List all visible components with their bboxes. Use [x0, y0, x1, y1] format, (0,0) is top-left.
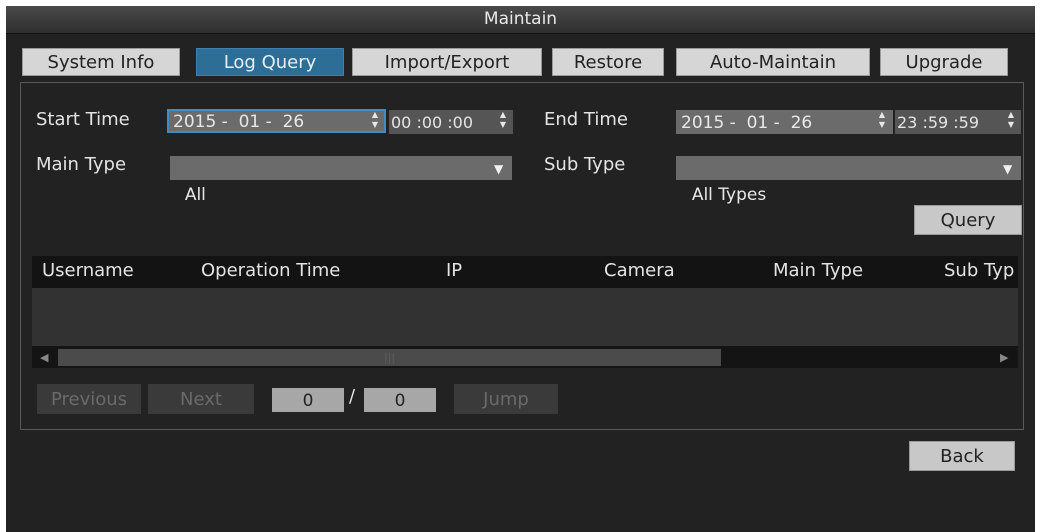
column-header-sub-type[interactable]: Sub Typ: [944, 260, 1018, 281]
column-header-main-type[interactable]: Main Type: [773, 260, 863, 281]
main-type-select[interactable]: All: [170, 156, 512, 205]
spin-down-icon: ▼: [371, 120, 379, 129]
tab-log-query[interactable]: Log Query: [196, 48, 344, 76]
tab-system-info[interactable]: System Info: [22, 48, 180, 76]
column-header-camera[interactable]: Camera: [604, 260, 675, 281]
total-pages-field: 0: [364, 388, 436, 412]
scroll-left-icon[interactable]: ◀: [40, 351, 48, 364]
scroll-right-icon[interactable]: ▶: [1000, 351, 1008, 364]
start-time-label: Start Time: [36, 109, 130, 130]
start-clock-field[interactable]: 00 :00 :00: [389, 110, 513, 134]
log-table-body: [32, 288, 1018, 346]
tab-import-export[interactable]: Import/Export: [352, 48, 542, 76]
spin-up-icon: ▲: [878, 110, 886, 119]
start-date-spinner[interactable]: ▲ ▼: [368, 110, 382, 132]
tab-auto-maintain[interactable]: Auto-Maintain: [676, 48, 870, 76]
jump-button[interactable]: Jump: [454, 384, 558, 414]
log-table-header: Username Operation Time IP Camera Main T…: [32, 256, 1018, 288]
current-page-input[interactable]: 0: [272, 388, 344, 412]
query-button[interactable]: Query: [914, 205, 1022, 235]
spin-up-icon: ▲: [499, 110, 507, 119]
start-date-field[interactable]: 2015 - 01 - 26: [167, 109, 386, 133]
scrollbar-thumb[interactable]: |||: [58, 349, 721, 366]
chevron-down-icon[interactable]: ▼: [1003, 163, 1015, 175]
grip-icon: |||: [384, 351, 396, 364]
back-button[interactable]: Back: [909, 441, 1015, 471]
spin-up-icon: ▲: [1007, 110, 1015, 119]
sub-type-select[interactable]: All Types: [676, 156, 1021, 205]
spin-down-icon: ▼: [878, 120, 886, 129]
previous-button[interactable]: Previous: [37, 384, 141, 414]
end-date-spinner[interactable]: ▲ ▼: [875, 110, 889, 132]
end-clock-field[interactable]: 23 :59 :59: [895, 110, 1021, 134]
column-header-username[interactable]: Username: [42, 260, 134, 281]
start-clock-spinner[interactable]: ▲ ▼: [496, 110, 510, 132]
end-time-label: End Time: [544, 109, 628, 130]
column-header-operation-time[interactable]: Operation Time: [201, 260, 340, 281]
next-button[interactable]: Next: [148, 384, 254, 414]
spin-down-icon: ▼: [499, 120, 507, 129]
spin-down-icon: ▼: [1007, 120, 1015, 129]
sub-type-label: Sub Type: [544, 154, 626, 175]
page-separator: /: [349, 386, 356, 407]
end-clock-spinner[interactable]: ▲ ▼: [1004, 110, 1018, 132]
column-header-ip[interactable]: IP: [446, 260, 462, 281]
tab-upgrade[interactable]: Upgrade: [880, 48, 1008, 76]
horizontal-scrollbar[interactable]: ◀ ||| ▶: [32, 346, 1018, 368]
spin-up-icon: ▲: [371, 110, 379, 119]
title-bar: Maintain: [6, 6, 1035, 34]
sub-type-value: All Types: [691, 185, 767, 205]
chevron-down-icon[interactable]: ▼: [494, 163, 506, 175]
main-type-value: All: [184, 185, 206, 205]
end-date-field[interactable]: 2015 - 01 - 26: [676, 110, 893, 134]
tab-restore[interactable]: Restore: [552, 48, 664, 76]
window-title: Maintain: [483, 9, 558, 29]
main-type-label: Main Type: [36, 154, 127, 175]
